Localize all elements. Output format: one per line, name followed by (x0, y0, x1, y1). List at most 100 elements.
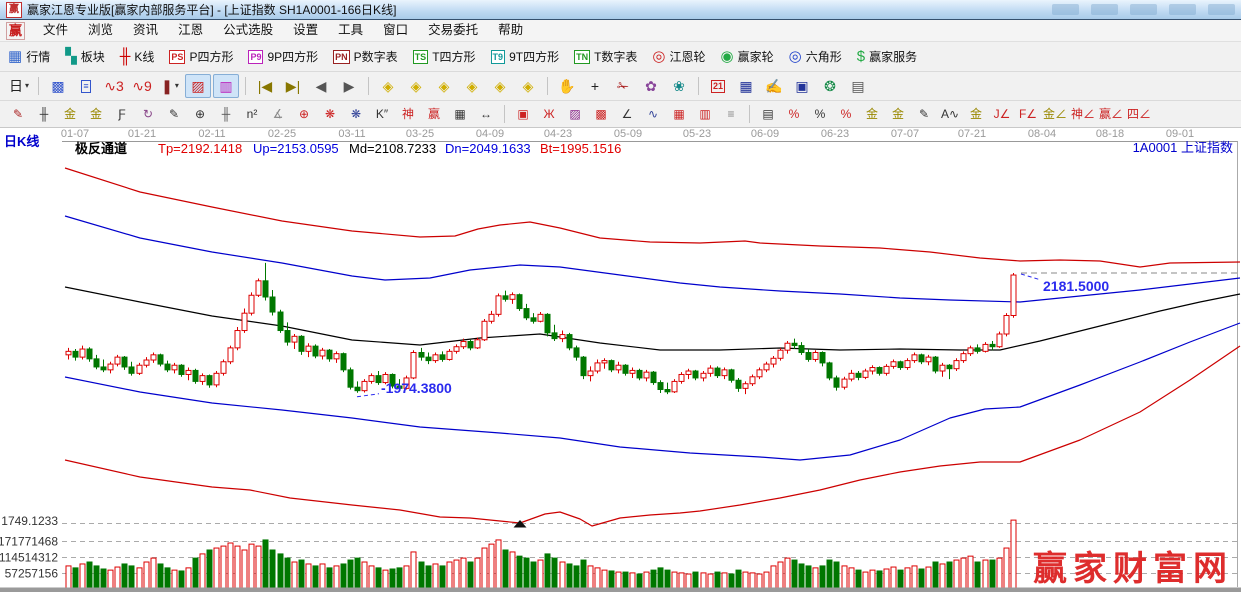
wave-tool-button[interactable]: ∿ (641, 103, 665, 125)
toolbar-item-sectors[interactable]: ▚板块 (65, 48, 105, 65)
j-angle-button[interactable]: J∠ (990, 103, 1014, 125)
toolbar-item-p-square[interactable]: PSP四方形 (169, 48, 233, 65)
flower-tool-purple-button[interactable]: ✿ (638, 74, 664, 98)
candle-type-dropdown-button[interactable]: ❚▾ (157, 74, 183, 98)
toolbar-item-9p-square[interactable]: P99P四方形 (248, 48, 318, 65)
menu-item-交易委托[interactable]: 交易委托 (418, 23, 488, 37)
toolbar-item-9t-square[interactable]: T99T四方形 (491, 48, 560, 65)
hand-tool-button[interactable]: ✋ (554, 74, 580, 98)
price-ruler-123-button[interactable]: ▦ (448, 103, 472, 125)
red-grid-button[interactable]: ▦ (667, 103, 691, 125)
angle-mirror-button[interactable]: ∡ (266, 103, 290, 125)
menu-item-浏览[interactable]: 浏览 (78, 23, 123, 37)
si-angle-button[interactable]: 四∠ (1126, 103, 1152, 125)
kline-chart-canvas[interactable]: 01-0701-2102-1102-2503-1103-2504-0904-23… (0, 128, 1241, 592)
spiral-tool-button[interactable]: ↻ (136, 103, 160, 125)
gann-diamond-expand-button[interactable]: ◈ (459, 74, 485, 98)
fib-tool-button[interactable]: Ƒ (110, 103, 134, 125)
f-angle-button[interactable]: F∠ (1016, 103, 1040, 125)
pattern-window-button[interactable]: ▩ (45, 74, 71, 98)
menu-item-江恩[interactable]: 江恩 (168, 23, 213, 37)
menu-item-设置[interactable]: 设置 (283, 23, 328, 37)
gann-diamond-cross-button[interactable]: ◈ (515, 74, 541, 98)
save-tool-button[interactable]: ▣ (789, 74, 815, 98)
shen-angle-button[interactable]: 神∠ (1070, 103, 1096, 125)
gann-diamond-contract-button[interactable]: ◈ (487, 74, 513, 98)
time-grid-2-button[interactable]: ╫ (214, 103, 238, 125)
menu-item-窗口[interactable]: 窗口 (373, 23, 418, 37)
period-day-dropdown-button[interactable]: 日▾ (6, 74, 32, 98)
toolbar-item-winner-service[interactable]: $赢家服务 (857, 48, 917, 65)
draw-pen-3-button[interactable]: ✎ (912, 103, 936, 125)
toolbar-item-winner-wheel[interactable]: ◉赢家轮 (721, 48, 774, 65)
nav-prev-button[interactable]: ◀ (308, 74, 334, 98)
k-wave-tool-button[interactable]: K″ (370, 103, 394, 125)
titlebar-button-5[interactable] (1208, 4, 1235, 15)
angle-lines-button[interactable]: ∠ (615, 103, 639, 125)
toolbar-item-p-number-table[interactable]: PNP数字表 (333, 48, 398, 65)
gann-target-button[interactable]: ⊕ (292, 103, 316, 125)
pattern-fill-button[interactable]: ▨ (185, 74, 211, 98)
titlebar-button-3[interactable] (1130, 4, 1157, 15)
network-tool-button[interactable]: ❂ (817, 74, 843, 98)
square-of-nine-button[interactable]: n² (240, 103, 264, 125)
gold-angle-line-button[interactable]: 金 (964, 103, 988, 125)
toolbar-item-t-number-table[interactable]: TNT数字表 (574, 48, 637, 65)
toolbar-item-kline[interactable]: ╫K线 (120, 48, 155, 65)
pointer-tool-button[interactable]: ✁ (610, 74, 636, 98)
circle-grid-button[interactable]: ⊕ (188, 103, 212, 125)
flower-tool-teal-button[interactable]: ❀ (666, 74, 692, 98)
notes-tool-button[interactable]: ✍ (761, 74, 787, 98)
box-select-button[interactable]: ▣ (511, 103, 535, 125)
web-box-button[interactable]: ▩ (589, 103, 613, 125)
dot-grid-button[interactable]: ▥ (693, 103, 717, 125)
fan-grid-button[interactable]: ▨ (563, 103, 587, 125)
gann-diamond-horizontal-button[interactable]: ◈ (431, 74, 457, 98)
toolbar-item-hexagon[interactable]: ◎六角形 (789, 48, 842, 65)
gann-box-button[interactable]: ▤ (756, 103, 780, 125)
calculator-tool-button[interactable]: ▦ (733, 74, 759, 98)
gann-diamond-right-button[interactable]: ◈ (403, 74, 429, 98)
calendar-tool-button[interactable]: 21 (705, 74, 731, 98)
percent-level-button[interactable]: % (834, 103, 858, 125)
chart-9-waves-button[interactable]: ∿9 (129, 74, 155, 98)
toolbar-item-gann-wheel[interactable]: ◎江恩轮 (652, 48, 705, 65)
horizontal-measure-button[interactable]: ↔ (474, 103, 498, 125)
gann-diamond-left-button[interactable]: ◈ (375, 74, 401, 98)
percent-tool-button[interactable]: % (808, 103, 832, 125)
menu-item-公式选股[interactable]: 公式选股 (213, 23, 283, 37)
fan-lines-button[interactable]: Ж (537, 103, 561, 125)
gold-circle-button[interactable]: 金 (860, 103, 884, 125)
info-panel-button[interactable]: ≡ (73, 74, 99, 98)
menu-item-工具[interactable]: 工具 (328, 23, 373, 37)
chart-area[interactable]: 01-0701-2102-1102-2503-1103-2504-0904-23… (0, 128, 1241, 592)
titlebar-button-4[interactable] (1169, 4, 1196, 15)
menu-item-帮助[interactable]: 帮助 (488, 23, 533, 37)
shen-grid-button[interactable]: 神 (396, 103, 420, 125)
gold-grid-2-button[interactable]: 金 (84, 103, 108, 125)
titlebar-button-1[interactable] (1052, 4, 1079, 15)
spider-web-blue-button[interactable]: ❋ (344, 103, 368, 125)
menu-item-资讯[interactable]: 资讯 (123, 23, 168, 37)
draw-pen-2-button[interactable]: ✎ (162, 103, 186, 125)
gold-level-button[interactable]: 金 (886, 103, 910, 125)
print-tool-button[interactable]: ▤ (845, 74, 871, 98)
spider-web-red-button[interactable]: ❋ (318, 103, 342, 125)
toolbar-item-quotes[interactable]: ▦行情 (8, 48, 50, 65)
crosshair-tool-button[interactable]: + (582, 74, 608, 98)
color-histogram-button[interactable]: ▥ (213, 74, 239, 98)
percent-retrace-button[interactable]: % (782, 103, 806, 125)
menu-item-文件[interactable]: 文件 (33, 23, 78, 37)
gold-grid-1-button[interactable]: 金 (58, 103, 82, 125)
wave-abc-button[interactable]: A∿ (938, 103, 962, 125)
ying-angle-button[interactable]: 赢∠ (1098, 103, 1124, 125)
time-grid-button[interactable]: ╫ (32, 103, 56, 125)
titlebar-button-2[interactable] (1091, 4, 1118, 15)
nav-first-button[interactable]: |◀ (252, 74, 278, 98)
hatch-lines-button[interactable]: ≡ (719, 103, 743, 125)
chart-3-waves-button[interactable]: ∿3 (101, 74, 127, 98)
toolbar-item-t-square[interactable]: TST四方形 (413, 48, 476, 65)
nav-last-button[interactable]: ▶| (280, 74, 306, 98)
gold-angle-button[interactable]: 金∠ (1042, 103, 1068, 125)
draw-pen-button[interactable]: ✎ (6, 103, 30, 125)
